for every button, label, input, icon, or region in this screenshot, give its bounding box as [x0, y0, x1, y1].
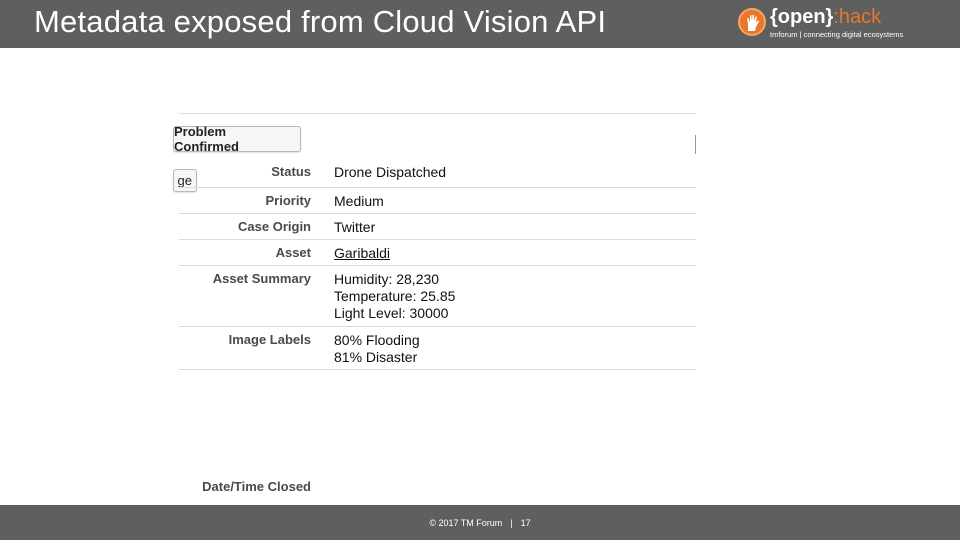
row-divider	[179, 213, 696, 214]
field-value: Humidity: 28,230 Temperature: 25.85 Ligh…	[334, 271, 455, 322]
openhack-logo: {open}:hack tmforum | connecting digital…	[736, 6, 936, 42]
footer-separator: |	[510, 518, 513, 528]
case-origin-value: Twitter	[334, 219, 376, 235]
hand-icon	[738, 8, 766, 36]
asset-value[interactable]: Garibaldi	[334, 245, 390, 262]
field-value: 80% Flooding 81% Disaster	[334, 332, 420, 366]
panel-edge-marker	[695, 135, 696, 154]
slide-title: Metadata exposed from Cloud Vision API	[34, 4, 607, 39]
slide-footer: © 2017 TM Forum | 17	[0, 505, 960, 540]
page-number: 17	[520, 518, 531, 528]
field-label: Asset	[275, 245, 311, 260]
case-record-detail: Problem Confirmed ge Status Drone Dispat…	[173, 113, 696, 370]
logo-open: {open}	[770, 6, 834, 28]
field-value: Twitter	[334, 219, 375, 236]
summary-line: Light Level: 30000	[334, 305, 449, 321]
row-divider	[179, 326, 696, 327]
footer-copyright: © 2017 TM Forum	[429, 518, 503, 528]
date-time-closed-label: Date/Time Closed	[202, 479, 311, 494]
logo-hack: :hack	[833, 6, 882, 28]
row-divider	[179, 369, 696, 370]
logo-wordmark: {open}:hack	[770, 6, 881, 29]
image-label-line: 81% Disaster	[334, 349, 418, 365]
field-value: Medium	[334, 193, 384, 210]
asset-link[interactable]: Garibaldi	[334, 245, 390, 262]
field-label: Image Labels	[228, 332, 311, 347]
field-label: Status	[271, 164, 311, 179]
row-divider	[179, 187, 696, 188]
top-divider	[179, 113, 696, 114]
summary-line: Humidity: 28,230	[334, 271, 440, 287]
field-label: Priority	[265, 193, 311, 208]
problem-confirmed-button[interactable]: Problem Confirmed	[173, 124, 301, 154]
secondary-action-button[interactable]: ge	[173, 169, 197, 192]
slide-header: Metadata exposed from Cloud Vision API {…	[0, 0, 960, 48]
row-divider	[179, 265, 696, 266]
summary-line: Temperature: 25.85	[334, 288, 456, 304]
field-label: Asset Summary	[212, 271, 311, 286]
status-value: Drone Dispatched	[334, 164, 447, 180]
field-label: Case Origin	[238, 219, 311, 234]
priority-value: Medium	[334, 193, 384, 209]
row-divider	[179, 239, 696, 240]
footer-text: © 2017 TM Forum | 17	[0, 518, 960, 528]
image-label-line: 80% Flooding	[334, 332, 420, 348]
logo-tagline: tmforum | connecting digital ecosystems	[770, 30, 904, 39]
field-value: Drone Dispatched	[334, 164, 446, 181]
